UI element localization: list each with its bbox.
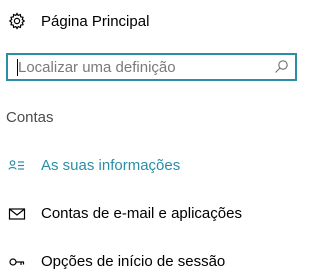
search-icon[interactable] [274,59,289,74]
search-input[interactable] [18,55,273,79]
section-header: Contas [6,109,54,126]
gear-icon [8,12,26,30]
nav-item-sign-in-options[interactable]: Opções de início de sessão [0,247,321,277]
key-icon [8,253,26,271]
nav-item-email-accounts[interactable]: Contas de e-mail e aplicações [0,199,321,229]
person-card-icon [8,157,26,175]
home-label: Página Principal [41,13,150,30]
mail-icon [8,205,26,223]
nav-item-label: Contas de e-mail e aplicações [41,205,242,222]
home-nav-item[interactable]: Página Principal [0,8,321,36]
nav-item-your-info[interactable]: As suas informações [0,151,321,181]
nav-item-label: Opções de início de sessão [41,253,226,270]
nav-item-label: As suas informações [41,157,181,174]
search-box[interactable] [6,53,297,81]
